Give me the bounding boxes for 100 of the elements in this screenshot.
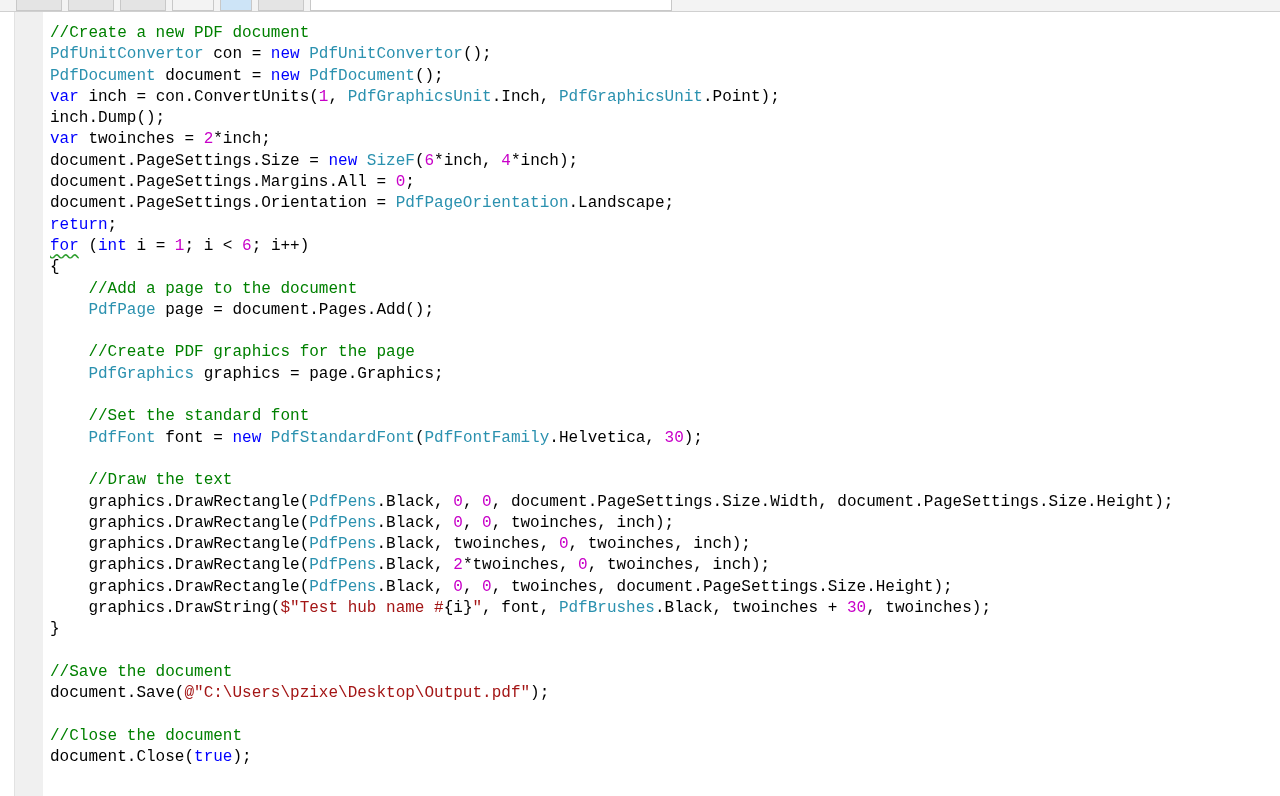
- toolbar-button[interactable]: [220, 0, 252, 11]
- code-token: //Create PDF graphics for the page: [87, 342, 415, 364]
- code-token: );: [232, 747, 252, 769]
- code-token: SizeF: [366, 150, 415, 172]
- code-token: PdfPageOrientation: [395, 193, 569, 215]
- code-token: *inch;: [213, 129, 271, 151]
- code-token: i =: [135, 235, 167, 257]
- code-token: inch = con.ConvertUnits(: [87, 86, 319, 108]
- code-token: PdfUnitConvertor: [50, 44, 204, 66]
- code-token: 0: [395, 172, 406, 194]
- code-token: PdfPens: [309, 576, 377, 598]
- code-token: //Draw the text: [87, 470, 233, 492]
- code-token: //Add a page to the document: [87, 278, 358, 300]
- code-token: page = document.Pages.Add();: [164, 299, 435, 321]
- code-token: new: [270, 65, 301, 87]
- code-token: $"Test hub name #: [280, 598, 444, 619]
- code-token: font =: [164, 427, 224, 449]
- code-token: 4: [501, 150, 511, 172]
- code-token: .Black,: [376, 491, 445, 513]
- code-token: PdfDocument: [50, 65, 156, 87]
- code-token: new: [270, 44, 301, 66]
- code-token: .Helvetica,: [549, 427, 656, 449]
- code-token: 0: [482, 491, 492, 513]
- code-token: graphics.DrawRectangle(: [87, 512, 310, 534]
- code-token: , twoinches, inch);: [568, 534, 751, 556]
- code-token: }: [50, 619, 60, 641]
- code-token: document.PageSettings.Margins.All =: [50, 172, 388, 194]
- toolbar-button[interactable]: [16, 0, 62, 11]
- code-token: *inch,: [434, 150, 493, 172]
- code-token: //Set the standard font: [87, 406, 310, 428]
- code-token: graphics = page.Graphics;: [202, 363, 444, 385]
- code-token: //Create a new PDF document: [50, 23, 310, 44]
- code-token: PdfStandardFont: [270, 427, 415, 449]
- code-token: 0: [558, 534, 569, 556]
- code-token: 0: [453, 491, 463, 513]
- code-token: .Black,: [376, 512, 445, 534]
- code-token: ; i <: [184, 235, 234, 257]
- code-token: ; i++): [251, 235, 310, 257]
- code-token: PdfPens: [309, 491, 377, 513]
- code-token: new: [232, 427, 263, 449]
- code-token: ,: [462, 512, 474, 534]
- code-token: ,: [462, 491, 474, 513]
- toolbar-button[interactable]: [172, 0, 214, 11]
- code-token: 6: [242, 235, 252, 257]
- code-token: , twoinches);: [866, 598, 991, 619]
- code-token: var: [50, 129, 79, 151]
- code-token: *inch);: [510, 150, 579, 172]
- code-token: graphics.DrawRectangle(: [87, 534, 310, 556]
- code-token: PdfPage: [87, 299, 156, 321]
- code-token: twoinches =: [87, 129, 196, 151]
- code-token: .Landscape;: [568, 193, 675, 215]
- code-token: 0: [453, 576, 463, 598]
- code-token: .Inch,: [491, 86, 551, 108]
- code-token: {i}: [443, 598, 473, 619]
- code-token: document.Close(: [50, 747, 195, 769]
- code-token: .Black, twoinches,: [376, 534, 551, 556]
- code-token: ();: [462, 44, 492, 66]
- code-token: , twoinches, document.PageSettings.Size.Height);: [491, 576, 953, 598]
- code-token: int: [98, 235, 127, 257]
- code-token: graphics.DrawRectangle(: [87, 555, 310, 577]
- code-token: , font,: [482, 598, 551, 619]
- code-token: document.Save(: [50, 683, 185, 705]
- code-token: , document.PageSettings.Size.Width, document.PageSettings.Size.Height);: [491, 491, 1174, 513]
- code-token: PdfFont: [87, 427, 156, 449]
- code-warning: for: [50, 235, 79, 257]
- code-token: 1: [318, 86, 329, 108]
- code-token: .Black,: [376, 555, 445, 577]
- toolbar-button[interactable]: [120, 0, 166, 11]
- code-token: 30: [664, 427, 684, 449]
- code-token: );: [530, 683, 550, 705]
- toolbar-button[interactable]: [258, 0, 304, 11]
- toolbar-button[interactable]: [68, 0, 114, 11]
- code-token: 0: [482, 512, 492, 534]
- code-token: PdfPens: [309, 512, 377, 534]
- code-token: .Black, twoinches +: [654, 598, 839, 619]
- code-token: (: [414, 427, 425, 449]
- code-token: 0: [578, 555, 588, 577]
- code-token: ();: [414, 65, 444, 87]
- code-token: inch.Dump();: [50, 108, 166, 130]
- code-token: PdfBrushes: [558, 598, 655, 619]
- code-token: PdfPens: [309, 534, 377, 556]
- code-token: .Point);: [702, 86, 780, 108]
- code-token: PdfPens: [309, 555, 377, 577]
- code-token: graphics.DrawString(: [87, 598, 281, 619]
- toolbar-field[interactable]: [310, 0, 672, 11]
- code-token: 6: [424, 150, 435, 172]
- code-token: , twoinches, inch);: [587, 555, 771, 577]
- code-token: ": [472, 598, 483, 619]
- code-token: 30: [846, 598, 867, 619]
- code-token: ,: [328, 86, 340, 108]
- code-token: ;: [107, 214, 118, 236]
- code-token: document.PageSettings.Orientation =: [50, 193, 388, 215]
- code-token: (: [414, 150, 425, 172]
- code-token: .Black,: [376, 576, 445, 598]
- code-token: //Close the document: [50, 725, 243, 747]
- code-token: con =: [212, 44, 263, 66]
- code-token: return: [50, 214, 108, 236]
- code-token: 0: [482, 576, 492, 598]
- code-token: PdfGraphicsUnit: [347, 86, 492, 108]
- code-token: PdfGraphics: [87, 363, 195, 385]
